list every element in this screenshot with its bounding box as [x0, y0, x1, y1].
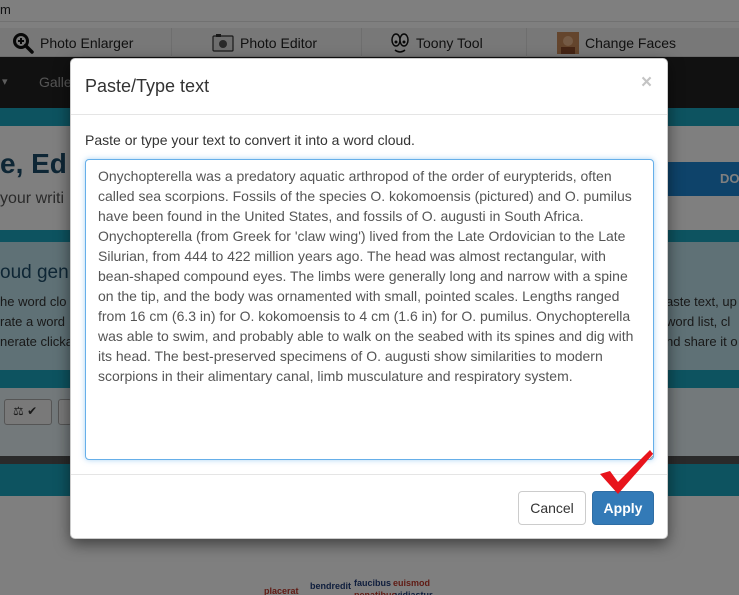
- text-input-area[interactable]: Onychopterella was a predatory aquatic a…: [85, 159, 654, 460]
- apply-button[interactable]: Apply: [592, 491, 654, 525]
- modal-title: Paste/Type text: [85, 76, 210, 96]
- modal-footer: Cancel Apply: [71, 474, 667, 540]
- modal-description: Paste or type your text to convert it in…: [85, 132, 415, 148]
- close-icon[interactable]: ×: [641, 72, 652, 94]
- cancel-button[interactable]: Cancel: [518, 491, 586, 525]
- modal-header: Paste/Type text ×: [71, 59, 667, 115]
- red-checkmark-icon: [600, 450, 653, 494]
- paste-text-modal: Paste/Type text × Paste or type your tex…: [70, 58, 668, 539]
